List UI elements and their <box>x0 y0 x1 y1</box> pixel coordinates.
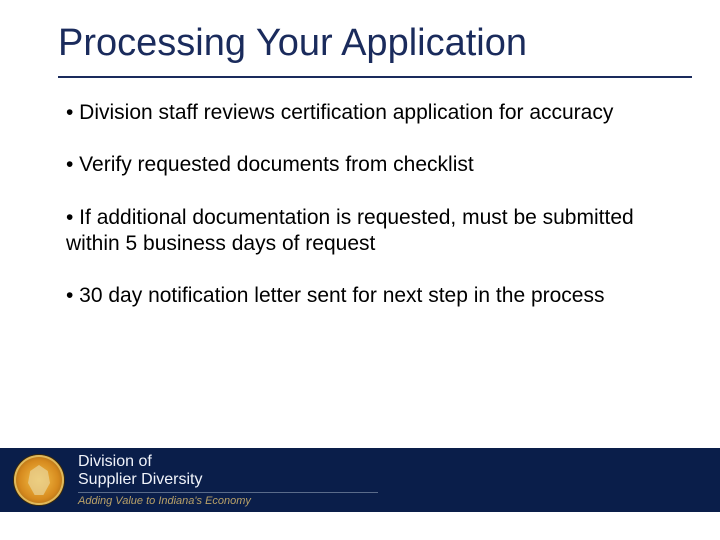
slide: Processing Your Application • Division s… <box>0 0 720 540</box>
bullet-item: • Verify requested documents from checkl… <box>66 152 660 178</box>
footer-divider <box>78 492 378 493</box>
footer-tagline: Adding Value to Indiana's Economy <box>78 495 378 507</box>
footer-division-line1: Division of <box>78 453 378 471</box>
state-seal-icon <box>14 455 64 505</box>
footer-division-line2: Supplier Diversity <box>78 471 378 489</box>
bullet-item: • Division staff reviews certification a… <box>66 100 660 126</box>
slide-title: Processing Your Application <box>58 22 680 65</box>
footer-text-block: Division of Supplier Diversity Adding Va… <box>78 453 378 506</box>
bullet-item: • 30 day notification letter sent for ne… <box>66 283 660 309</box>
slide-body: • Division staff reviews certification a… <box>66 100 660 335</box>
bullet-item: • If additional documentation is request… <box>66 205 660 258</box>
footer-band: Division of Supplier Diversity Adding Va… <box>0 448 720 512</box>
title-underline <box>58 76 692 78</box>
